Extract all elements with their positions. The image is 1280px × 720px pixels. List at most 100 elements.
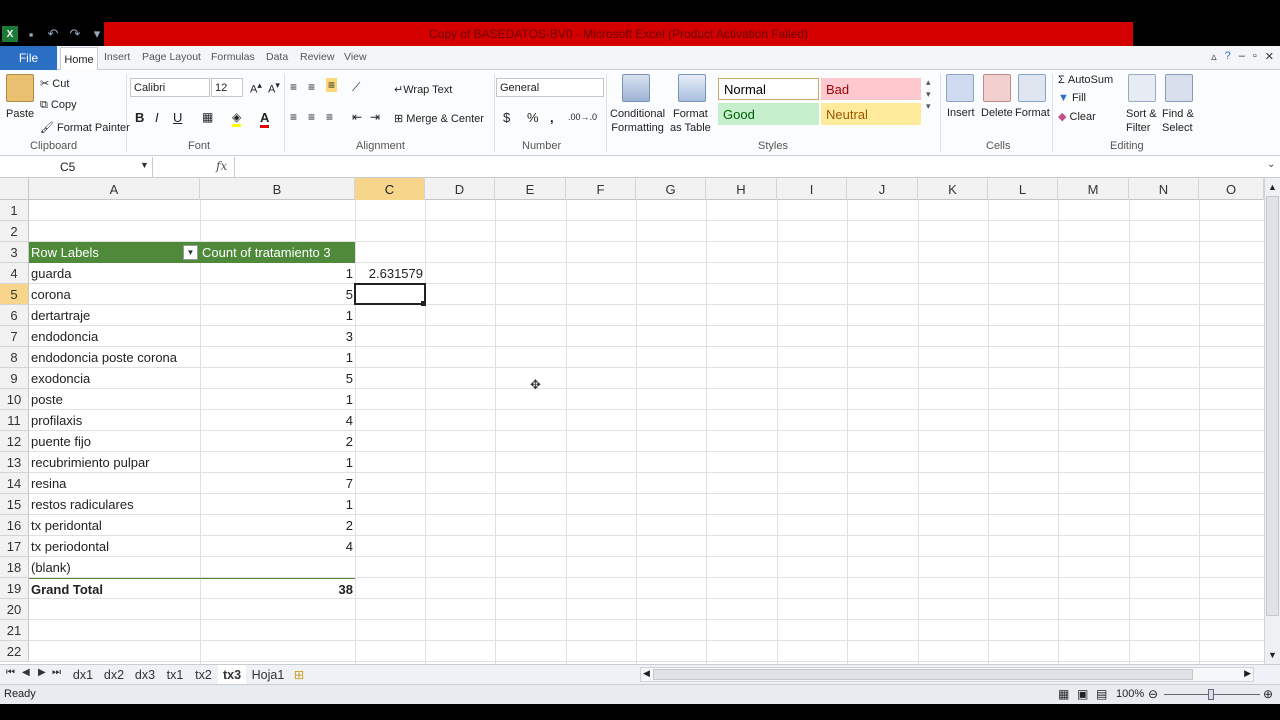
col-header-f[interactable]: F — [566, 178, 636, 200]
scroll-left-icon[interactable]: ◀ — [643, 668, 650, 679]
italic-button[interactable]: I — [155, 110, 159, 125]
undo-icon[interactable]: ↶ — [44, 25, 62, 43]
collapse-ribbon-icon[interactable]: ▵ — [1211, 50, 1217, 63]
tab-view[interactable]: View — [344, 51, 367, 63]
increase-indent-icon[interactable]: ⇥ — [370, 110, 380, 124]
sheet-tab-tx2[interactable]: tx2 — [190, 665, 217, 684]
name-box-dropdown-icon[interactable]: ▼ — [140, 160, 149, 170]
save-icon[interactable]: ▪ — [22, 25, 40, 43]
col-header-e[interactable]: E — [495, 178, 566, 200]
pivot-count-value[interactable]: 5 — [200, 284, 355, 305]
sheet-tab-tx3[interactable]: tx3 — [218, 665, 246, 684]
col-header-h[interactable]: H — [706, 178, 777, 200]
select-all-corner[interactable] — [0, 178, 29, 200]
fill-color-icon[interactable]: ◈ — [232, 110, 242, 127]
col-header-k[interactable]: K — [918, 178, 988, 200]
bold-button[interactable]: B — [135, 110, 144, 125]
row-header[interactable]: 6 — [0, 305, 29, 326]
percent-button[interactable]: % — [527, 110, 539, 125]
row-header[interactable]: 13 — [0, 452, 29, 473]
insert-sheet-icon[interactable]: ⊞ — [290, 665, 308, 684]
delete-button[interactable]: Delete — [981, 107, 1013, 119]
row-header[interactable]: 15 — [0, 494, 29, 515]
row-header[interactable]: 2 — [0, 221, 29, 242]
pivot-row-label[interactable]: tx peridontal — [29, 515, 200, 536]
col-header-i[interactable]: I — [777, 178, 847, 200]
next-sheet-icon[interactable]: ▶ — [38, 667, 46, 678]
borders-icon[interactable]: ▦ — [202, 110, 213, 124]
conditional-formatting-icon[interactable] — [622, 74, 650, 102]
paste-button[interactable]: Paste — [6, 108, 34, 120]
name-box[interactable]: C5 — [0, 157, 153, 177]
find-select-button[interactable]: Find & Select — [1162, 107, 1194, 135]
filter-dropdown-icon[interactable]: ▼ — [183, 245, 198, 260]
pivot-count-value[interactable]: 1 — [200, 452, 355, 473]
page-layout-view-icon[interactable]: ▣ — [1077, 687, 1088, 701]
sort-filter-button[interactable]: Sort & Filter — [1126, 107, 1157, 135]
pivot-row-label[interactable]: (blank) — [29, 557, 200, 578]
row-header[interactable]: 18 — [0, 557, 29, 578]
cell-c4[interactable]: 2.631579 — [355, 263, 425, 284]
scroll-up-icon[interactable]: ▲ — [1268, 182, 1277, 192]
format-as-table-button[interactable]: Format as Table — [670, 107, 711, 135]
tab-formulas[interactable]: Formulas — [211, 51, 255, 63]
decrease-indent-icon[interactable]: ⇤ — [352, 110, 362, 124]
font-size-select[interactable]: 12 — [211, 78, 243, 97]
pivot-row-label[interactable]: exodoncia — [29, 368, 200, 389]
style-normal[interactable]: Normal — [718, 78, 819, 100]
pivot-row-label[interactable]: resina — [29, 473, 200, 494]
row-header[interactable]: 16 — [0, 515, 29, 536]
sheet-tab-hoja1[interactable]: Hoja1 — [248, 665, 288, 684]
row-header[interactable]: 21 — [0, 620, 29, 641]
col-header-j[interactable]: J — [847, 178, 918, 200]
number-format-select[interactable]: General — [496, 78, 604, 97]
sheet-tab-dx3[interactable]: dx3 — [130, 665, 160, 684]
col-header-a[interactable]: A — [29, 178, 200, 200]
pivot-row-label[interactable]: guarda — [29, 263, 200, 284]
pivot-count-value[interactable]: 3 — [200, 326, 355, 347]
copy-button[interactable]: ⧉ Copy — [40, 99, 77, 112]
pivot-row-label[interactable]: dertartraje — [29, 305, 200, 326]
pivot-count-header[interactable]: Count of tratamiento 3 — [200, 242, 355, 263]
fx-icon[interactable]: fx — [216, 159, 227, 173]
align-middle-icon[interactable]: ≡ — [308, 80, 315, 94]
paste-icon[interactable] — [6, 74, 34, 102]
worksheet-grid[interactable]: A B C D E F G H I J K L M N O 1234567891… — [0, 178, 1264, 664]
row-header[interactable]: 9 — [0, 368, 29, 389]
delete-cells-icon[interactable] — [983, 74, 1011, 102]
page-break-view-icon[interactable]: ▤ — [1096, 687, 1107, 701]
col-header-g[interactable]: G — [636, 178, 706, 200]
zoom-out-icon[interactable]: ⊖ — [1148, 687, 1158, 701]
style-bad[interactable]: Bad — [821, 78, 921, 100]
scroll-right-icon[interactable]: ▶ — [1244, 668, 1251, 679]
pivot-row-label[interactable]: poste — [29, 389, 200, 410]
row-header[interactable]: 17 — [0, 536, 29, 557]
style-good[interactable]: Good — [718, 103, 819, 125]
conditional-formatting-button[interactable]: Conditional Formatting — [610, 107, 665, 135]
format-cells-icon[interactable] — [1018, 74, 1046, 102]
row-header[interactable]: 3 — [0, 242, 29, 263]
sheet-tab-dx2[interactable]: dx2 — [100, 665, 128, 684]
expand-formula-icon[interactable]: ⌄ — [1267, 159, 1275, 170]
styles-scroll-icon[interactable]: ▴ ▾ ▾ — [926, 76, 931, 112]
clear-button[interactable]: ◆ Clear — [1058, 110, 1096, 123]
cut-button[interactable]: ✂ Cut — [40, 77, 69, 90]
row-header[interactable]: 8 — [0, 347, 29, 368]
pivot-row-label[interactable]: tx periodontal — [29, 536, 200, 557]
pivot-count-value[interactable]: 1 — [200, 389, 355, 410]
pivot-row-labels-header[interactable]: Row Labels ▼ — [29, 242, 200, 263]
pivot-count-value[interactable]: 2 — [200, 431, 355, 452]
fill-button[interactable]: ▼ Fill — [1058, 92, 1086, 104]
align-top-icon[interactable]: ≡ — [290, 80, 297, 94]
grand-total-value[interactable]: 38 — [200, 578, 355, 599]
normal-view-icon[interactable]: ▦ — [1058, 687, 1069, 701]
grow-font-icon[interactable]: A▴ — [250, 80, 262, 96]
currency-button[interactable]: $ — [503, 110, 510, 125]
pivot-row-label[interactable]: restos radiculares — [29, 494, 200, 515]
wrap-text-button[interactable]: ↵Wrap Text — [394, 83, 452, 96]
pivot-row-label[interactable]: puente fijo — [29, 431, 200, 452]
row-header[interactable]: 5 — [0, 284, 29, 305]
zoom-slider-thumb[interactable] — [1208, 689, 1214, 700]
formula-input[interactable] — [234, 157, 1264, 177]
row-header[interactable]: 12 — [0, 431, 29, 452]
